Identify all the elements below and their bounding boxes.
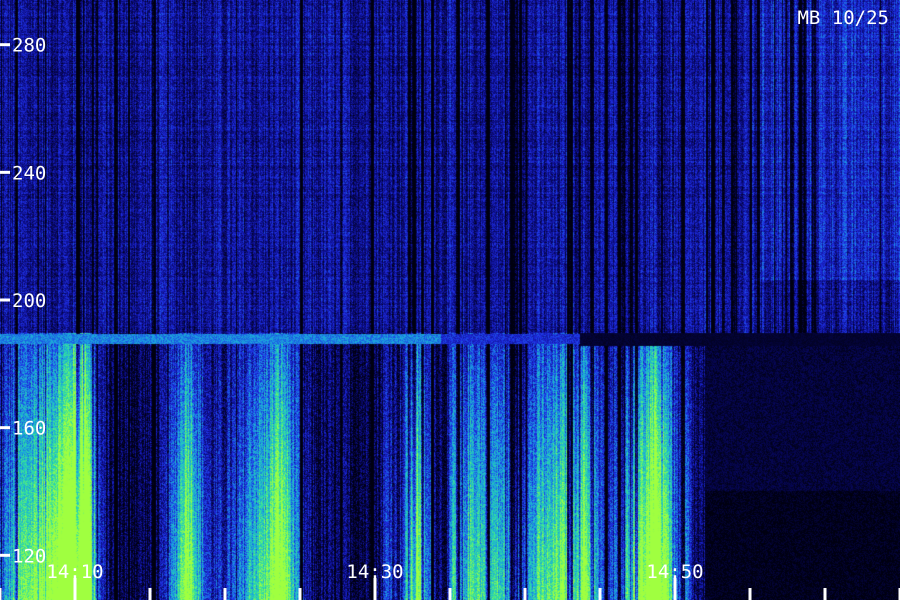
y-tick-label: 160 — [12, 418, 46, 440]
chart-title: MB 10/25 — [797, 7, 889, 29]
y-axis: 280 240 200 160 120 — [0, 35, 46, 567]
x-axis: 14:10 14:30 14:50 — [0, 561, 900, 600]
chart-overlay: MB 10/25 280 240 200 160 120 14:10 14:30 14:50 — [0, 7, 900, 600]
x-tick-label: 14:10 — [46, 561, 103, 583]
y-tick-label: 280 — [12, 35, 46, 57]
y-tick-label: 200 — [12, 290, 46, 312]
x-tick-label: 14:50 — [646, 561, 703, 583]
y-tick-label: 240 — [12, 162, 46, 184]
y-tick-label: 120 — [12, 545, 46, 567]
x-tick-label: 14:30 — [346, 561, 403, 583]
